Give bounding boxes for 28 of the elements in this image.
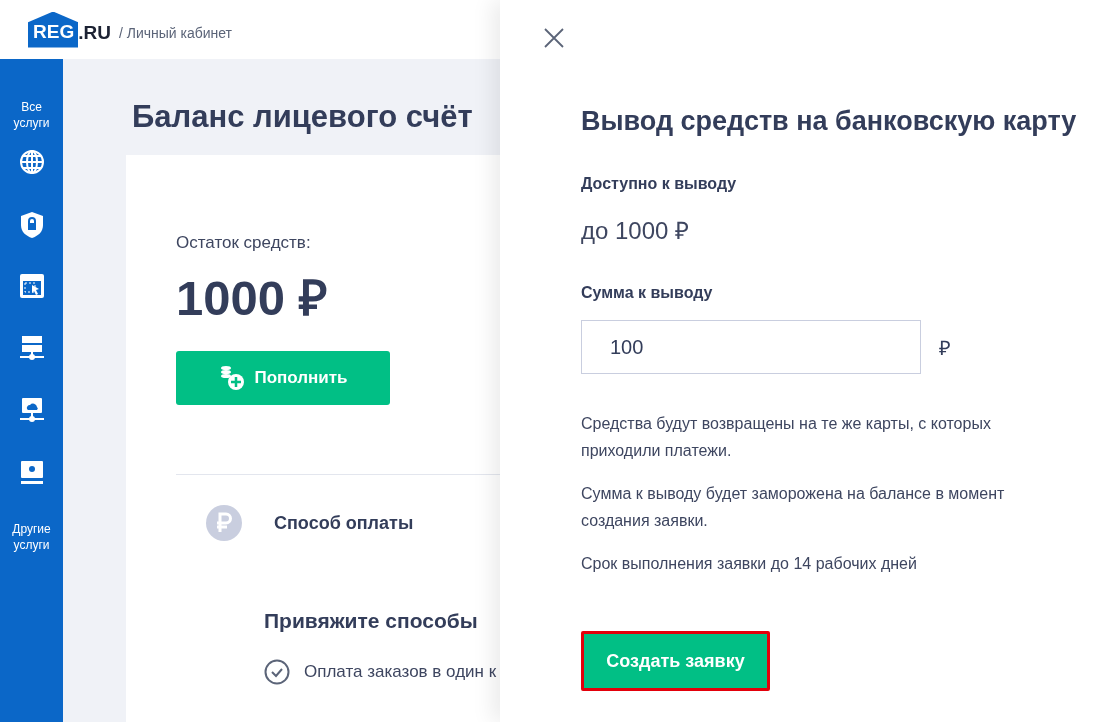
info-text: Средства будут возвращены на те же карты, с которых приходили платежи. [581,414,992,461]
coins-plus-icon [218,364,247,392]
amount-field[interactable]: 100 [581,320,921,374]
shield-lock-icon[interactable] [18,211,45,239]
cloud-server-icon[interactable] [18,397,45,423]
payment-method-heading: Способ оплаты [274,512,414,534]
bind-methods-heading: Привяжите способы [264,609,479,633]
breadcrumb[interactable]: / Личный кабинет [118,18,233,41]
check-circle-icon [264,659,290,685]
info-text: Срок выполнения заявки до 14 рабочих дней [581,554,918,574]
info-text: Сумма к выводу будет заморожена на балансе в момент создания заявки. [581,484,1006,531]
balance-amount: 1000 ₽ [176,270,329,327]
balance-label: Остаток средств: [176,233,312,253]
globe-icon[interactable] [18,149,45,175]
currency-sign: ₽ [939,335,951,361]
panel-title: Вывод средств на банковскую карту [581,106,1077,137]
sidebar-item[interactable]: Другие услуги [6,521,57,583]
available-label: Доступно к выводу [581,175,737,193]
monitor-icon[interactable] [18,459,45,485]
ruble-icon [206,505,242,541]
benefit-text: Оплата заказов в один к [304,662,497,682]
available-amount: до 1000 ₽ [581,216,690,246]
close-icon[interactable] [544,28,564,48]
amount-label: Сумма к выводу [581,284,713,302]
window-cursor-icon[interactable] [18,273,45,299]
page-title: Баланс лицевого счёт [132,99,474,135]
sidebar-item[interactable]: Все услуги [6,99,57,149]
server-icon[interactable] [18,335,45,361]
